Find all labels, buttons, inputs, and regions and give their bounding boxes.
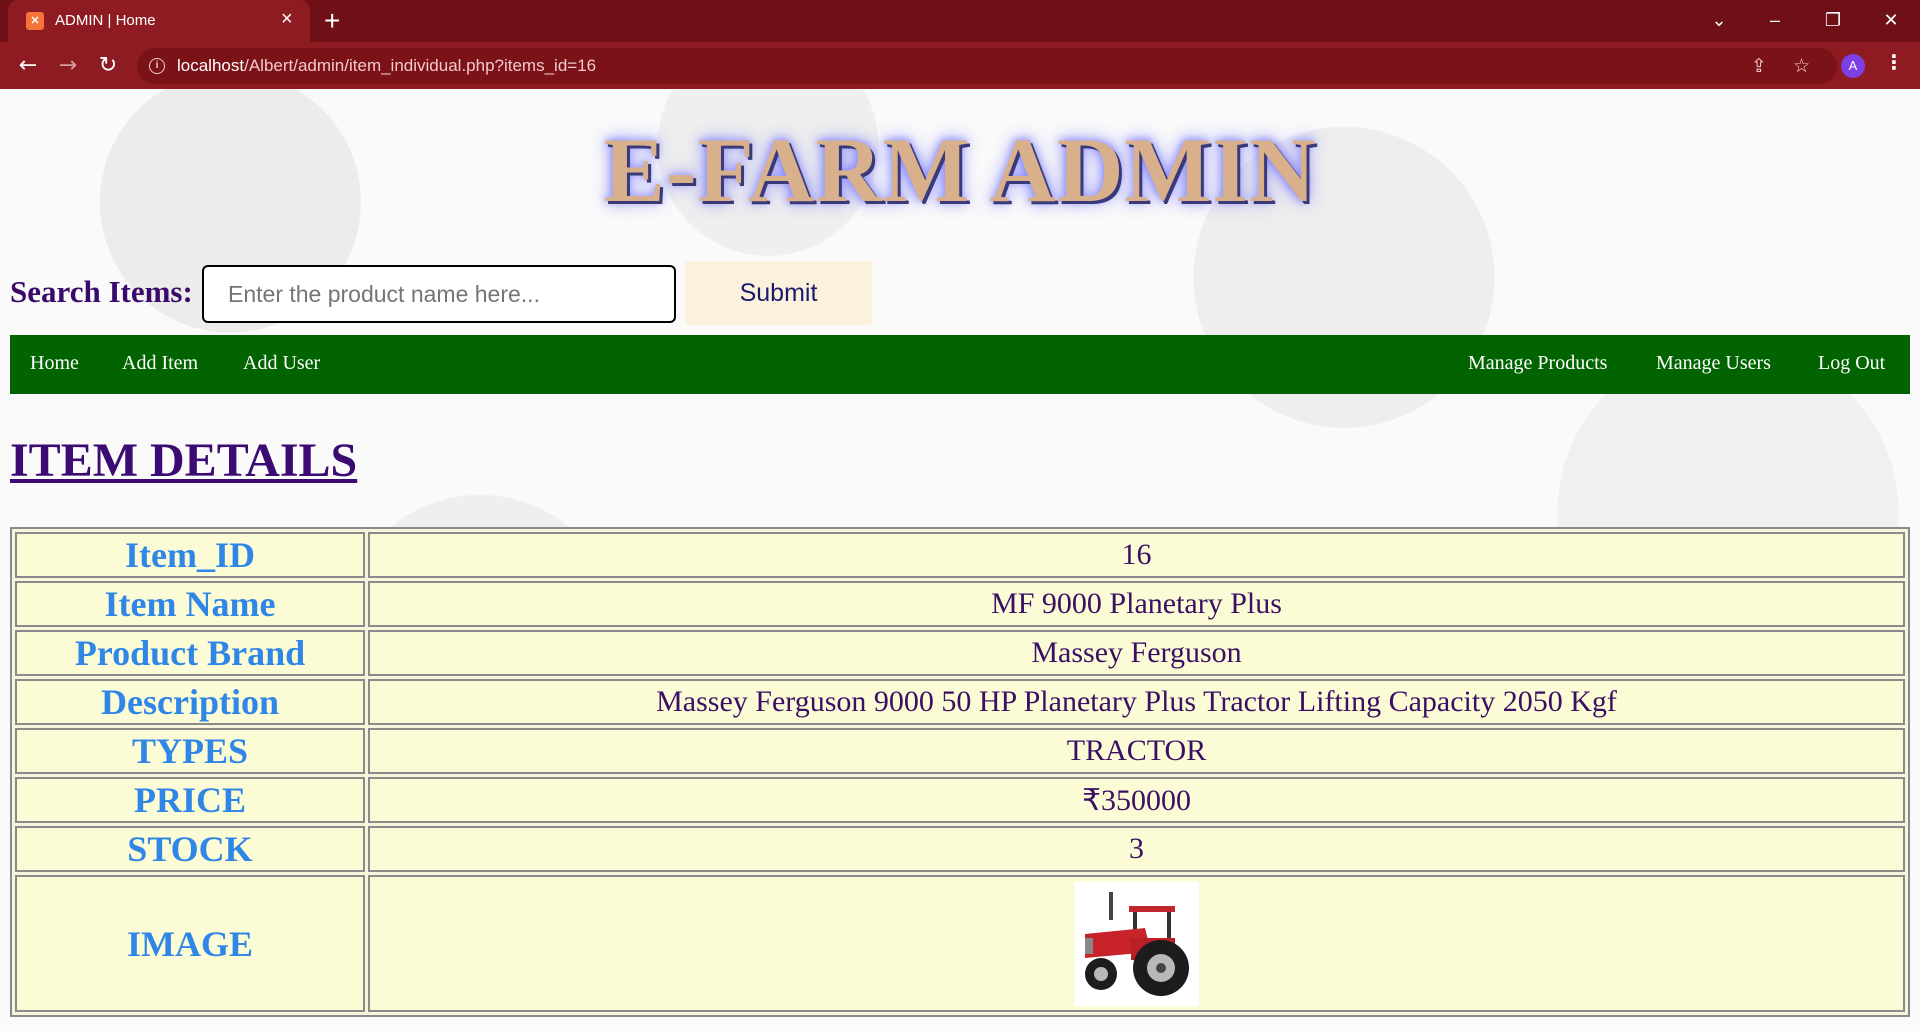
row-key: STOCK (15, 826, 365, 872)
row-key: TYPES (15, 728, 365, 774)
search-label: Search Items: (10, 274, 193, 309)
row-key: IMAGE (15, 875, 365, 1012)
row-value: 3 (368, 826, 1905, 872)
xampp-favicon-icon: ✕ (26, 12, 44, 30)
row-key: Description (15, 679, 365, 725)
row-value-image (368, 875, 1905, 1012)
restore-icon[interactable]: ❐ (1810, 0, 1856, 42)
table-row: Description Massey Ferguson 9000 50 HP P… (15, 679, 1905, 725)
profile-avatar[interactable]: A (1841, 54, 1865, 78)
table-row: Item_ID 16 (15, 532, 1905, 578)
browser-toolbar: ← → ↻ i localhost/Albert/admin/item_indi… (0, 42, 1920, 89)
new-tab-icon[interactable]: + (324, 4, 340, 38)
row-key: Item Name (15, 581, 365, 627)
forward-arrow-icon[interactable]: → (52, 50, 84, 82)
nav-manage-products[interactable]: Manage Products (1468, 352, 1607, 375)
section-title: ITEM DETAILS (10, 434, 358, 487)
row-key: Product Brand (15, 630, 365, 676)
table-row: PRICE ₹350000 (15, 777, 1905, 823)
row-value: ₹350000 (368, 777, 1905, 823)
share-icon[interactable]: ⇪ (1751, 55, 1767, 77)
tab-search-chevron-icon[interactable]: ⌄ (1696, 0, 1742, 42)
search-input[interactable] (202, 265, 676, 323)
nav-add-item[interactable]: Add Item (122, 352, 198, 375)
row-value: TRACTOR (368, 728, 1905, 774)
table-row: Product Brand Massey Ferguson (15, 630, 1905, 676)
close-window-icon[interactable]: ✕ (1868, 0, 1914, 42)
row-value: MF 9000 Planetary Plus (368, 581, 1905, 627)
row-key: PRICE (15, 777, 365, 823)
back-arrow-icon[interactable]: ← (12, 50, 44, 82)
nav-manage-users[interactable]: Manage Users (1656, 352, 1771, 375)
page-content: E-FARM ADMIN Search Items: Submit Home A… (0, 89, 1920, 1031)
site-brand-title: E-FARM ADMIN (603, 119, 1317, 221)
nav-add-user[interactable]: Add User (243, 352, 320, 375)
row-value: Massey Ferguson 9000 50 HP Planetary Plu… (368, 679, 1905, 725)
nav-log-out[interactable]: Log Out (1818, 352, 1885, 375)
table-row: Item Name MF 9000 Planetary Plus (15, 581, 1905, 627)
address-bar[interactable]: i localhost/Albert/admin/item_individual… (137, 48, 1837, 84)
browser-tab[interactable]: ✕ ADMIN | Home × (8, 0, 310, 42)
browser-tab-bar: ✕ ADMIN | Home × + ⌄ – ❐ ✕ (0, 0, 1920, 42)
minimize-icon[interactable]: – (1752, 0, 1798, 42)
tab-title: ADMIN | Home (55, 12, 156, 29)
table-row: STOCK 3 (15, 826, 1905, 872)
close-tab-icon[interactable]: × (281, 9, 293, 29)
main-navbar: Home Add Item Add User Manage Products M… (10, 335, 1910, 394)
url-text[interactable]: localhost/Albert/admin/item_individual.p… (177, 56, 596, 76)
row-value: 16 (368, 532, 1905, 578)
reload-icon[interactable]: ↻ (92, 50, 124, 82)
bookmark-star-icon[interactable]: ☆ (1793, 55, 1810, 77)
site-info-icon[interactable]: i (149, 58, 165, 74)
row-value: Massey Ferguson (368, 630, 1905, 676)
table-row: IMAGE (15, 875, 1905, 1012)
item-details-table: Item_ID 16 Item Name MF 9000 Planetary P… (10, 527, 1910, 1017)
table-row: TYPES TRACTOR (15, 728, 1905, 774)
row-key: Item_ID (15, 532, 365, 578)
submit-button[interactable]: Submit (685, 261, 872, 325)
browser-menu-icon[interactable]: ⋮ (1884, 50, 1904, 74)
nav-home[interactable]: Home (30, 352, 79, 375)
tractor-image (1074, 881, 1199, 1006)
